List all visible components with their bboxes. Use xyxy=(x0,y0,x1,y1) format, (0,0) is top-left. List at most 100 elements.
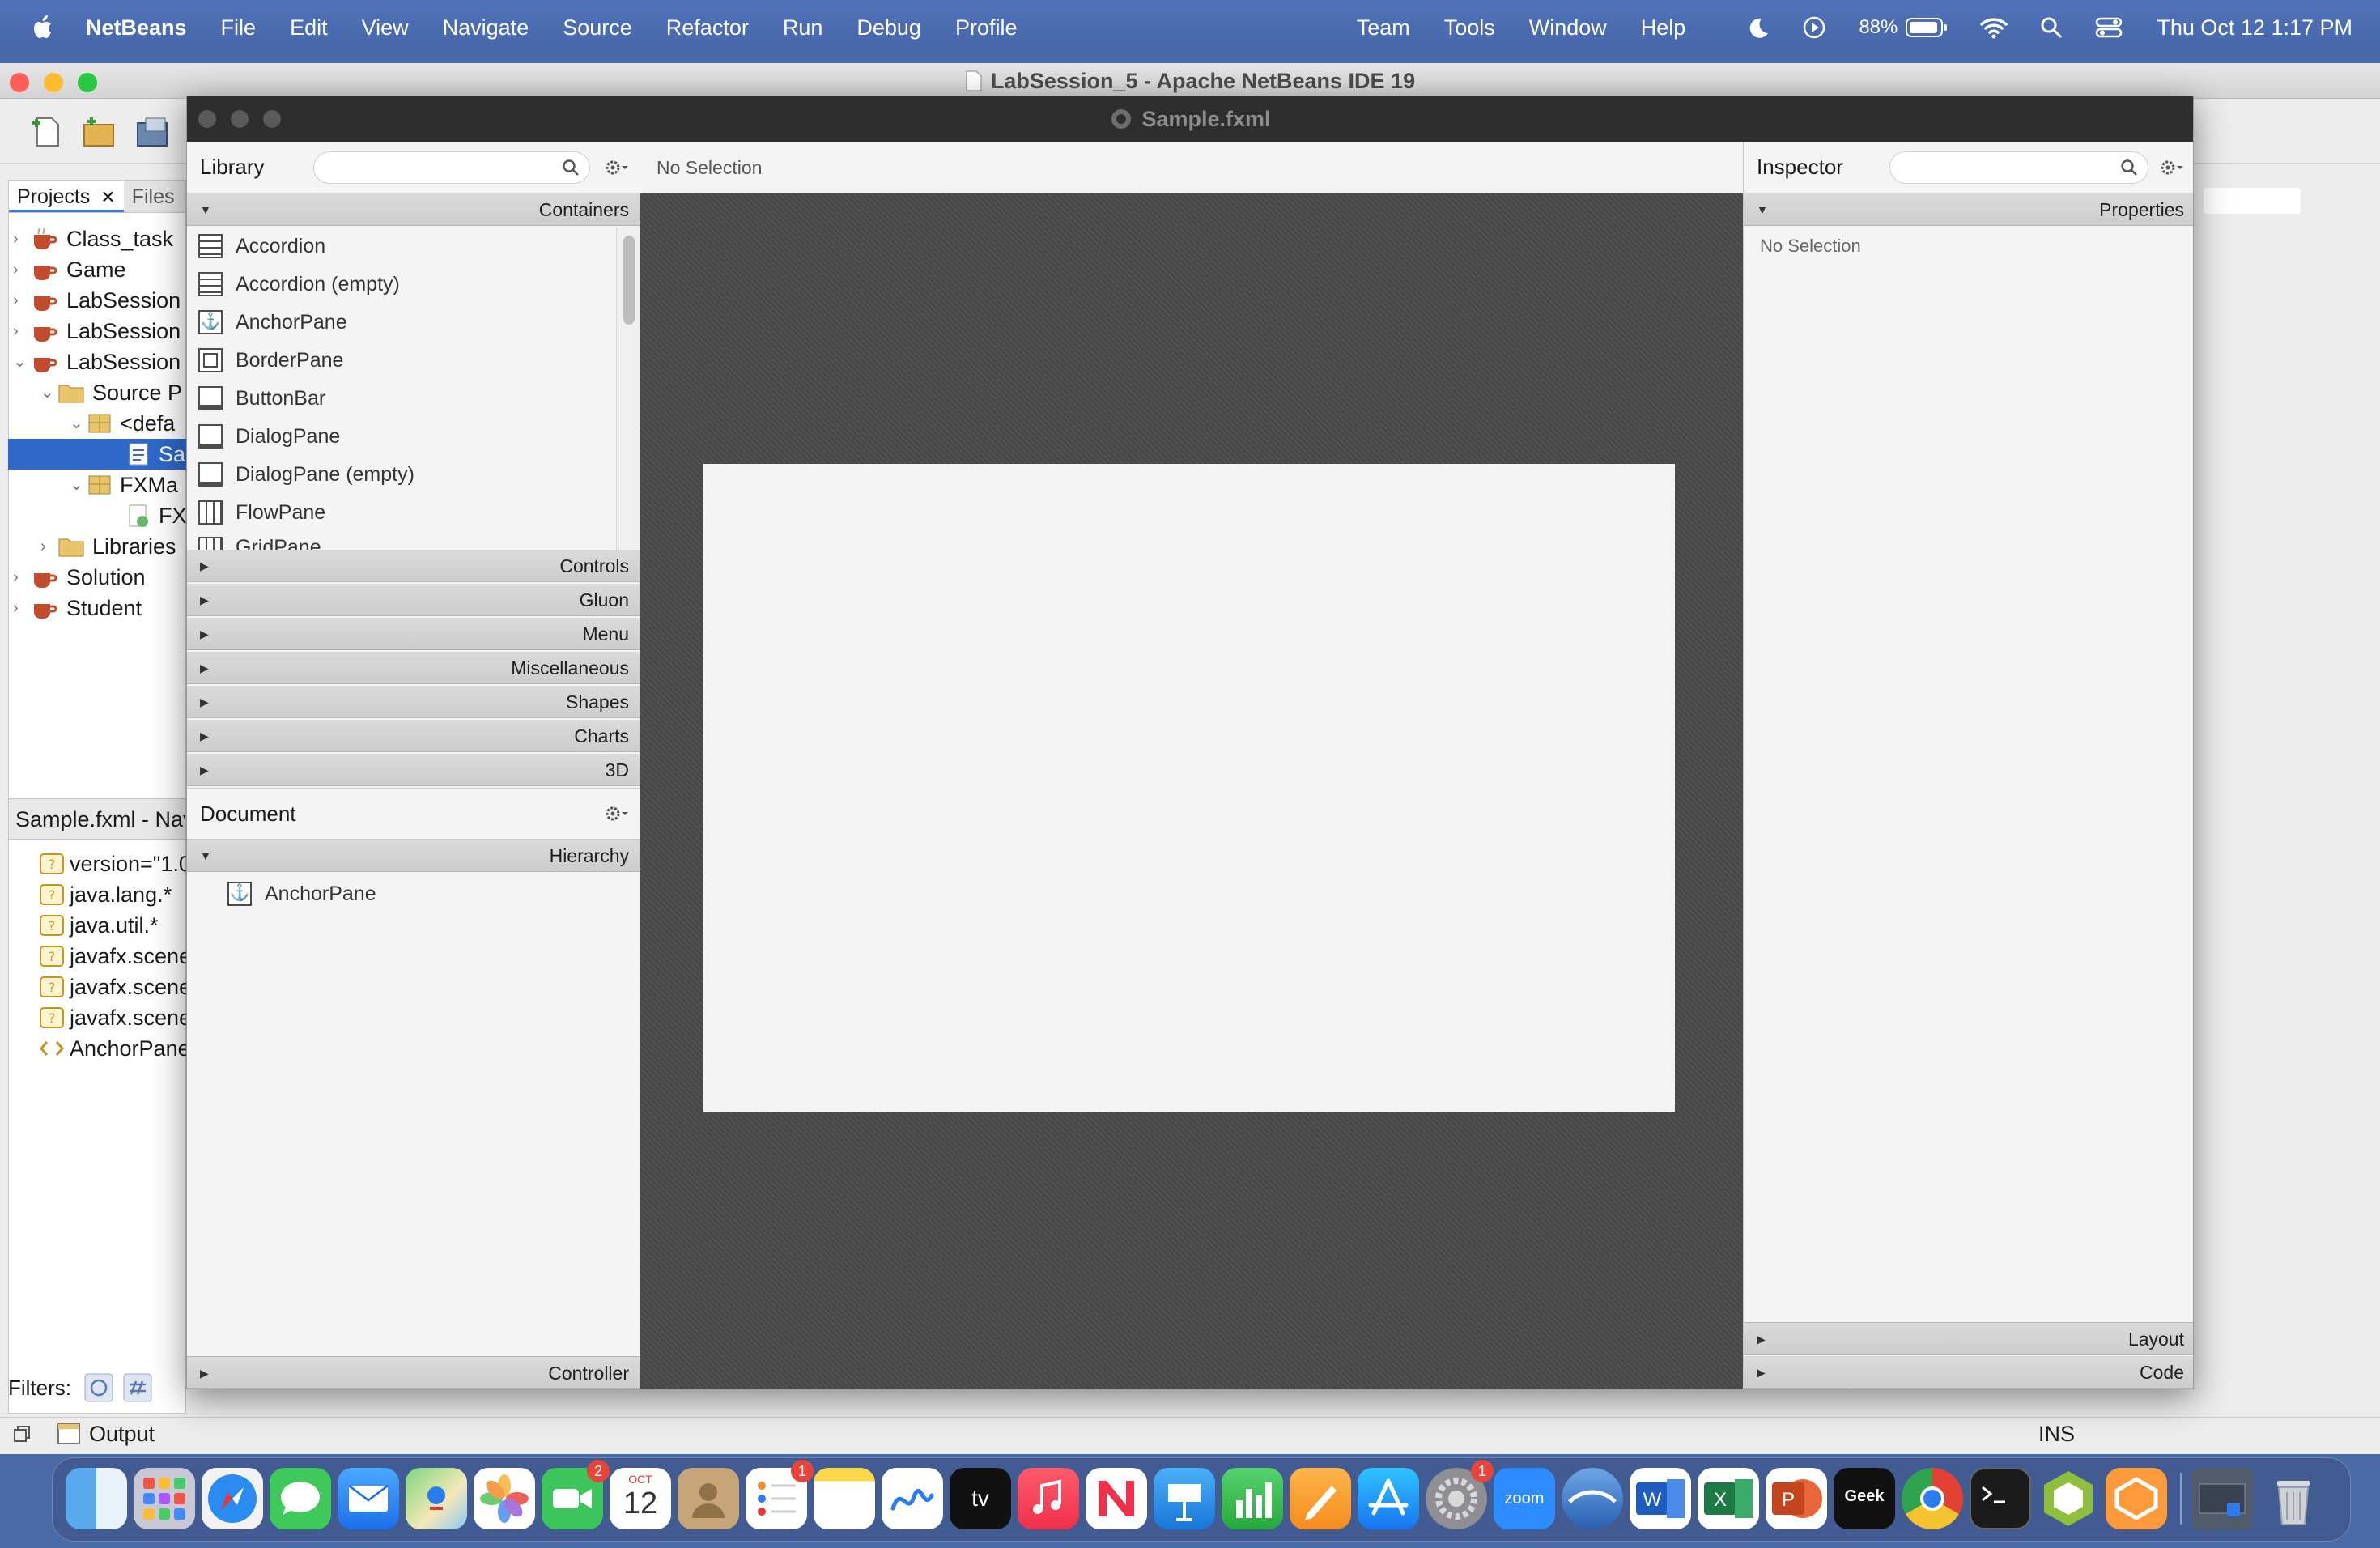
menu-debug[interactable]: Debug xyxy=(856,15,921,40)
finder-icon[interactable] xyxy=(66,1468,127,1529)
hierarchy-item-anchorpane[interactable]: ⚓ AnchorPane xyxy=(227,875,376,912)
powerpoint-icon[interactable]: P xyxy=(1766,1468,1827,1529)
battery-icon[interactable] xyxy=(1906,17,1948,38)
tree-item-libraries[interactable]: › Libraries xyxy=(40,531,176,562)
navigator-item[interactable]: ? java.lang.* xyxy=(39,879,172,910)
menu-tools[interactable]: Tools xyxy=(1444,15,1495,40)
section-code[interactable]: ▶ Code xyxy=(1744,1356,2193,1389)
terminal-icon[interactable] xyxy=(1970,1468,2031,1529)
sublime-icon[interactable] xyxy=(2106,1468,2167,1529)
tree-item-fxmain-package[interactable]: ⌄ FXMa xyxy=(70,470,178,500)
freeform-icon[interactable] xyxy=(882,1468,943,1529)
play-circle-icon[interactable] xyxy=(1802,15,1826,40)
library-item-accordion-empty[interactable]: Accordion (empty) xyxy=(198,266,400,303)
section-properties[interactable]: ▼ Properties xyxy=(1744,194,2193,226)
tree-item-student[interactable]: › Student xyxy=(13,593,142,623)
system-settings-icon[interactable]: 1 xyxy=(1426,1460,1494,1529)
moon-icon[interactable] xyxy=(1745,15,1770,40)
excel-icon[interactable]: X xyxy=(1698,1468,1759,1529)
library-item-borderpane[interactable]: BorderPane xyxy=(198,342,343,379)
output-tab[interactable]: Output xyxy=(89,1422,155,1447)
navigator-item[interactable]: ? javafx.scene xyxy=(39,972,191,1002)
news-icon[interactable] xyxy=(1086,1468,1147,1529)
navigator-item[interactable]: ? javafx.scene xyxy=(39,1002,191,1033)
mail-icon[interactable] xyxy=(338,1468,399,1529)
library-item-gridpane[interactable]: GridPane xyxy=(198,532,321,550)
calendar-icon[interactable]: OCT 12 xyxy=(610,1468,671,1529)
navigator-item[interactable]: ? version="1.0 xyxy=(39,848,191,879)
gear-icon[interactable] xyxy=(605,804,629,823)
section-hierarchy[interactable]: ▼ Hierarchy xyxy=(187,840,640,872)
minimize-window-button[interactable] xyxy=(44,73,63,92)
contacts-icon[interactable] xyxy=(678,1468,739,1529)
close-window-button[interactable] xyxy=(198,110,216,128)
section-controls[interactable]: ▶ Controls xyxy=(187,550,640,582)
zoom-window-button[interactable] xyxy=(263,110,281,128)
music-icon[interactable] xyxy=(1018,1468,1079,1529)
zoom-window-button[interactable] xyxy=(78,73,97,92)
gear-icon[interactable] xyxy=(2160,158,2184,177)
tree-item-solution[interactable]: › Solution xyxy=(13,562,146,593)
wifi-icon[interactable] xyxy=(1980,16,2008,39)
scrollbar-thumb[interactable] xyxy=(623,236,635,325)
section-charts[interactable]: ▶ Charts xyxy=(187,720,640,752)
safari-icon[interactable] xyxy=(202,1468,263,1529)
numbers-icon[interactable] xyxy=(1222,1468,1283,1529)
maps-icon[interactable] xyxy=(406,1468,467,1529)
clock[interactable]: Thu Oct 12 1:17 PM xyxy=(2157,15,2352,40)
menu-refactor[interactable]: Refactor xyxy=(666,15,749,40)
library-search-input[interactable] xyxy=(313,151,590,184)
menu-edit[interactable]: Edit xyxy=(290,15,328,40)
section-containers[interactable]: ▼ Containers xyxy=(187,194,640,226)
menu-team[interactable]: Team xyxy=(1357,15,1410,40)
apple-tv-icon[interactable]: tv xyxy=(950,1468,1011,1529)
new-file-icon[interactable] xyxy=(29,115,65,147)
close-window-button[interactable] xyxy=(10,73,29,92)
notes-icon[interactable] xyxy=(814,1468,875,1529)
tree-item-labsession-a[interactable]: › LabSession xyxy=(13,285,181,316)
new-project-icon[interactable] xyxy=(81,115,117,147)
filter-fields-icon[interactable] xyxy=(84,1373,113,1402)
section-shapes[interactable]: ▶ Shapes xyxy=(187,686,640,718)
library-item-buttonbar[interactable]: ButtonBar xyxy=(198,380,325,417)
chevron-right-icon[interactable]: › xyxy=(13,285,31,316)
apple-icon[interactable] xyxy=(29,13,58,42)
launchpad-icon[interactable] xyxy=(134,1468,195,1529)
menu-navigate[interactable]: Navigate xyxy=(443,15,529,40)
chevron-right-icon[interactable]: › xyxy=(13,562,31,593)
menu-source[interactable]: Source xyxy=(563,15,632,40)
navigator-item[interactable]: ? java.util.* xyxy=(39,910,159,941)
spotlight-search-icon[interactable] xyxy=(2040,16,2063,39)
tree-item-sample-fxml[interactable]: Sa xyxy=(8,439,186,470)
section-menu[interactable]: ▶ Menu xyxy=(187,618,640,650)
section-3d[interactable]: ▶ 3D xyxy=(187,754,640,786)
section-miscellaneous[interactable]: ▶ Miscellaneous xyxy=(187,652,640,684)
downloads-stack-icon[interactable] xyxy=(2191,1468,2253,1529)
scene-builder-dock-icon[interactable] xyxy=(2038,1468,2099,1529)
menu-help[interactable]: Help xyxy=(1641,15,1686,40)
chevron-down-icon[interactable]: ⌄ xyxy=(70,470,87,500)
output-window-icon[interactable] xyxy=(57,1423,81,1445)
anchorpane-design-surface[interactable] xyxy=(703,464,1675,1112)
tab-files[interactable]: Files xyxy=(124,181,183,212)
tree-item-labsession-b[interactable]: › LabSession xyxy=(13,316,181,347)
library-item-flowpane[interactable]: FlowPane xyxy=(198,494,325,531)
chevron-right-icon[interactable]: › xyxy=(13,254,31,285)
tree-item-default-package[interactable]: ⌄ <defa xyxy=(70,408,175,439)
reminders-icon[interactable]: 1 xyxy=(746,1460,814,1529)
facetime-icon[interactable]: 2 xyxy=(542,1460,610,1529)
trash-icon[interactable] xyxy=(2263,1468,2324,1529)
open-project-icon[interactable] xyxy=(134,115,170,147)
library-item-accordion[interactable]: Accordion xyxy=(198,228,325,265)
navigator-item[interactable]: ? javafx.scene xyxy=(39,941,191,972)
pages-icon[interactable] xyxy=(1290,1468,1351,1529)
tree-item-fx-class[interactable]: FX xyxy=(126,500,187,531)
chevron-down-icon[interactable]: ⌄ xyxy=(40,377,58,408)
netbeans-dock-icon[interactable] xyxy=(1562,1468,1623,1529)
app-menu-netbeans[interactable]: NetBeans xyxy=(86,15,187,40)
restore-window-icon[interactable] xyxy=(13,1425,31,1443)
chevron-down-icon[interactable]: ⌄ xyxy=(13,347,31,377)
library-scrollbar[interactable] xyxy=(616,228,640,551)
keynote-icon[interactable] xyxy=(1154,1468,1215,1529)
library-item-dialogpane[interactable]: DialogPane xyxy=(198,418,340,455)
